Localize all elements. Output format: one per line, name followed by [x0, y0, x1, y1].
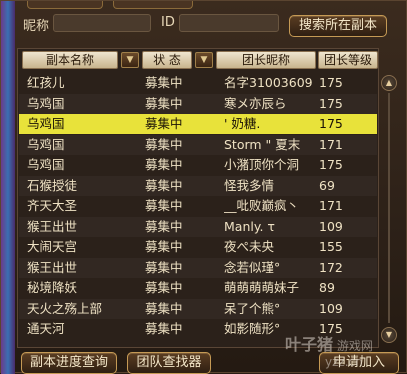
top-tab-right[interactable] [113, 1, 193, 9]
leader-level-cell: 171 [319, 136, 343, 152]
leader-level-cell: 109 [319, 300, 343, 316]
nickname-input[interactable] [53, 14, 151, 32]
dungeon-name-cell: 石猴授徒 [27, 177, 78, 193]
leader-level-cell: 171 [319, 198, 343, 213]
status-cell: 募集中 [145, 198, 183, 213]
leader-level-cell: 175 [319, 95, 343, 111]
leader-nickname-cell: 呆了个熊° [224, 300, 281, 316]
dungeon-name-cell: 乌鸡国 [27, 136, 65, 152]
table-row[interactable]: 乌鸡国 募集中 ' 奶糖. 175 [19, 114, 377, 134]
chevron-down-icon[interactable]: ▼ [195, 52, 213, 68]
status-cell: 募集中 [145, 239, 183, 254]
leader-nickname-cell: 寒メ亦辰ら [224, 95, 287, 111]
leader-nickname-cell: 夜ぺ未央 [224, 239, 275, 254]
table-row[interactable]: 天火之殇上部 募集中 呆了个熊° 109 [19, 299, 377, 319]
watermark-name: 叶子猪 [285, 335, 334, 354]
status-cell: 募集中 [145, 300, 183, 316]
header-leader-level[interactable]: 团长等级 [318, 51, 378, 69]
list-scrollbar[interactable]: ▲ ▼ [381, 75, 397, 343]
dungeon-name-cell: 大闹天宫 [27, 239, 78, 254]
table-row[interactable]: 猴王出世 募集中 念若似瑾° 172 [19, 258, 377, 278]
site-watermark: 叶子猪 游戏网 yzz.cn [285, 331, 405, 371]
leader-level-cell: 172 [319, 259, 343, 275]
table-row[interactable]: 猴王出世 募集中 Manly. τ 109 [19, 217, 377, 237]
leader-level-cell: 155 [319, 239, 343, 254]
leader-nickname-cell: 萌萌萌萌妹子 [224, 280, 300, 295]
table-row[interactable]: 大闹天宫 募集中 夜ぺ未央 155 [19, 237, 377, 257]
leader-nickname-cell: __吡败巅疯丶 [224, 198, 300, 213]
scroll-up-icon[interactable]: ▲ [381, 75, 397, 91]
leader-level-cell: 69 [319, 177, 335, 193]
id-input[interactable] [179, 14, 279, 32]
dungeon-name-cell: 秘境降妖 [27, 280, 78, 295]
status-cell: 募集中 [145, 177, 183, 193]
status-cell: 募集中 [145, 280, 183, 295]
dungeon-name-cell: 齐天大圣 [27, 198, 78, 213]
leader-level-cell: 89 [319, 280, 335, 295]
dungeon-name-cell: 乌鸡国 [27, 116, 65, 131]
team-finder-button[interactable]: 团队查找器 [127, 352, 211, 374]
top-tab-left[interactable] [27, 1, 103, 9]
dungeon-list: 副本名称 ▼ 状 态 ▼ 团长昵称 团长等级 红孩儿 募集中 名字31003609 1… [17, 48, 379, 348]
header-leader-nickname[interactable]: 团长昵称 [216, 51, 316, 69]
header-dungeon-name[interactable]: 副本名称 [22, 51, 118, 69]
table-row[interactable]: 红孩儿 募集中 名字31003609 175 [19, 73, 377, 93]
status-cell: 募集中 [145, 321, 183, 336]
header-status[interactable]: 状 态 [142, 51, 192, 69]
leader-nickname-cell: Manly. τ [224, 218, 275, 234]
nickname-label: 昵称 [23, 19, 50, 34]
status-cell: 募集中 [145, 116, 183, 131]
left-border-strip [1, 1, 15, 374]
status-cell: 募集中 [145, 218, 183, 234]
watermark-url: yzz.cn [325, 355, 363, 369]
leader-nickname-cell: Storm " 夏末 [224, 136, 301, 152]
leader-nickname-cell: 小潴顶你个洞 [224, 157, 300, 172]
table-row[interactable]: 石猴授徒 募集中 怪我多情 69 [19, 176, 377, 196]
table-row[interactable]: 乌鸡国 募集中 寒メ亦辰ら 175 [19, 94, 377, 114]
table-row[interactable]: 乌鸡国 募集中 小潴顶你个洞 175 [19, 155, 377, 175]
search-dungeon-button[interactable]: 搜索所在副本 [289, 15, 387, 37]
dungeon-name-cell: 天火之殇上部 [27, 300, 103, 316]
status-cell: 募集中 [145, 136, 183, 152]
status-cell: 募集中 [145, 259, 183, 275]
dungeon-name-cell: 乌鸡国 [27, 95, 65, 111]
dungeon-progress-query-button[interactable]: 副本进度查询 [21, 352, 117, 374]
leader-nickname-cell: 念若似瑾° [224, 259, 281, 275]
dungeon-name-cell: 红孩儿 [27, 75, 65, 90]
dungeon-recruit-panel: 昵称 ID 搜索所在副本 副本名称 ▼ 状 态 ▼ 团长昵称 团长等级 红孩儿募… [0, 0, 407, 374]
leader-nickname-cell: ' 奶糖. [224, 116, 261, 131]
status-cell: 募集中 [145, 75, 183, 90]
dungeon-name-cell: 通天河 [27, 321, 65, 336]
leader-level-cell: 175 [319, 116, 343, 131]
dungeon-name-cell: 猴王出世 [27, 218, 78, 234]
leader-nickname-cell: 名字31003609 [224, 75, 313, 90]
id-label: ID [161, 15, 175, 30]
scroll-track[interactable] [388, 93, 390, 323]
table-row[interactable]: 秘境降妖 募集中 萌萌萌萌妹子 89 [19, 278, 377, 298]
leader-level-cell: 175 [319, 157, 343, 172]
status-cell: 募集中 [145, 95, 183, 111]
chevron-down-icon[interactable]: ▼ [121, 52, 139, 68]
dungeon-name-cell: 猴王出世 [27, 259, 78, 275]
table-row[interactable]: 乌鸡国 募集中 Storm " 夏末 171 [19, 135, 377, 155]
leader-nickname-cell: 怪我多情 [224, 177, 275, 193]
watermark-subtitle: 游戏网 [336, 339, 373, 353]
status-cell: 募集中 [145, 157, 183, 172]
leader-level-cell: 175 [319, 75, 343, 90]
leader-level-cell: 109 [319, 218, 343, 234]
dungeon-name-cell: 乌鸡国 [27, 157, 65, 172]
table-row[interactable]: 齐天大圣 募集中 __吡败巅疯丶 171 [19, 196, 377, 216]
